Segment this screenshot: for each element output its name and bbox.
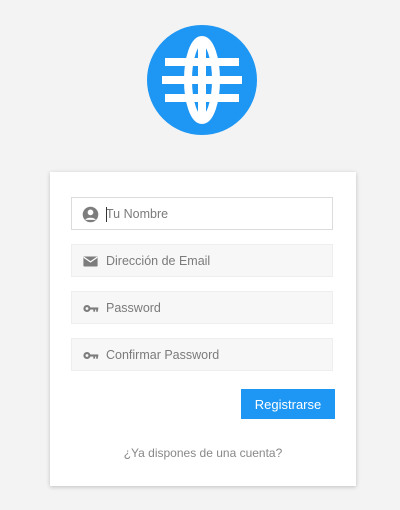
email-field[interactable] <box>71 244 333 277</box>
name-input[interactable] <box>106 198 326 229</box>
register-button[interactable]: Registrarse <box>241 389 335 419</box>
register-page: Registrarse ¿Ya dispones de una cuenta? <box>0 0 400 510</box>
register-card: Registrarse ¿Ya dispones de una cuenta? <box>50 172 356 486</box>
password-input[interactable] <box>106 292 326 323</box>
email-input[interactable] <box>106 245 326 276</box>
name-field[interactable] <box>71 197 333 230</box>
login-link[interactable]: ¿Ya dispones de una cuenta? <box>50 446 356 460</box>
confirm-password-field[interactable] <box>71 338 333 371</box>
key-icon <box>83 351 99 360</box>
globe-icon <box>147 25 257 135</box>
confirm-password-input[interactable] <box>106 339 326 370</box>
password-field[interactable] <box>71 291 333 324</box>
text-caret <box>106 207 107 222</box>
user-circle-icon <box>82 206 99 223</box>
key-icon <box>83 304 99 313</box>
envelope-icon <box>83 256 98 267</box>
